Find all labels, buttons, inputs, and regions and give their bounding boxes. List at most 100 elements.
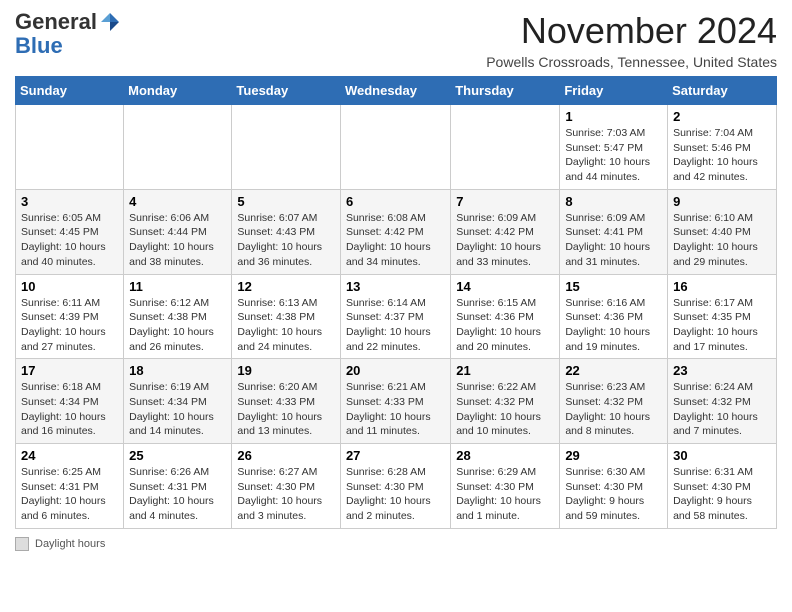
day-number: 15: [565, 279, 662, 294]
title-block: November 2024 Powells Crossroads, Tennes…: [486, 10, 777, 70]
day-number: 27: [346, 448, 445, 463]
calendar-cell: 7 Sunrise: 6:09 AMSunset: 4:42 PMDaylight…: [451, 189, 560, 274]
calendar-cell: 6Sunrise: 6:08 AMSunset: 4:42 PMDaylight…: [340, 189, 450, 274]
calendar-cell: 25 Sunrise: 6:26 AMSunset: 4:31 PMDayligh…: [124, 444, 232, 529]
day-info: Sunrise: 6:27 AMSunset: 4:30 PMDaylight:…: [237, 465, 335, 524]
day-info: Sunrise: 6:24 AMSunset: 4:32 PMDaylight:…: [673, 380, 771, 439]
day-number: 19: [237, 363, 335, 378]
day-number: 26: [237, 448, 335, 463]
day-info: Sunrise: 6:31 AMSunset: 4:30 PMDaylight:…: [673, 465, 771, 524]
daylight-box: [15, 537, 29, 551]
calendar-cell: 17Sunrise: 6:18 AMSunset: 4:34 PMDayligh…: [16, 359, 124, 444]
calendar-footer: Daylight hours: [15, 537, 777, 551]
day-info: Sunrise: 6:30 AMSunset: 4:30 PMDaylight:…: [565, 465, 662, 524]
calendar-cell: 26 Sunrise: 6:27 AMSunset: 4:30 PMDayligh…: [232, 444, 341, 529]
daylight-label: Daylight hours: [35, 538, 105, 550]
calendar-cell: 12 Sunrise: 6:13 AMSunset: 4:38 PMDayligh…: [232, 274, 341, 359]
day-number: 7: [456, 194, 554, 209]
day-number: 5: [237, 194, 335, 209]
day-info: Sunrise: 6:10 AMSunset: 4:40 PMDaylight:…: [673, 211, 771, 270]
day-number: 22: [565, 363, 662, 378]
calendar-cell: 10 Sunrise: 6:11 AMSunset: 4:39 PMDayligh…: [16, 274, 124, 359]
day-number: 4: [129, 194, 226, 209]
calendar-cell: 28 Sunrise: 6:29 AMSunset: 4:30 PMDayligh…: [451, 444, 560, 529]
day-info: Sunrise: 6:21 AMSunset: 4:33 PMDaylight:…: [346, 380, 445, 439]
day-number: 25: [129, 448, 226, 463]
day-info: Sunrise: 6:29 AMSunset: 4:30 PMDaylight:…: [456, 465, 554, 524]
weekday-header: Wednesday: [340, 77, 450, 105]
day-info: Sunrise: 6:18 AMSunset: 4:34 PMDaylight:…: [21, 380, 118, 439]
day-info: Sunrise: 7:04 AMSunset: 5:46 PMDaylight:…: [673, 126, 771, 185]
calendar-cell: 9 Sunrise: 6:10 AMSunset: 4:40 PMDaylight…: [668, 189, 777, 274]
calendar-table: SundayMondayTuesdayWednesdayThursdayFrid…: [15, 76, 777, 529]
calendar-cell: [340, 105, 450, 190]
day-info: Sunrise: 6:25 AMSunset: 4:31 PMDaylight:…: [21, 465, 118, 524]
calendar-cell: 24 Sunrise: 6:25 AMSunset: 4:31 PMDayligh…: [16, 444, 124, 529]
day-number: 18: [129, 363, 226, 378]
calendar-cell: 23 Sunrise: 6:24 AMSunset: 4:32 PMDayligh…: [668, 359, 777, 444]
day-info: Sunrise: 6:14 AMSunset: 4:37 PMDaylight:…: [346, 296, 445, 355]
logo: General Blue: [15, 10, 121, 58]
day-number: 29: [565, 448, 662, 463]
weekday-header: Tuesday: [232, 77, 341, 105]
day-info: Sunrise: 6:16 AMSunset: 4:36 PMDaylight:…: [565, 296, 662, 355]
calendar-cell: 19 Sunrise: 6:20 AMSunset: 4:33 PMDayligh…: [232, 359, 341, 444]
calendar-cell: 4Sunrise: 6:06 AMSunset: 4:44 PMDaylight…: [124, 189, 232, 274]
calendar-cell: 2 Sunrise: 7:04 AMSunset: 5:46 PMDaylight…: [668, 105, 777, 190]
day-number: 16: [673, 279, 771, 294]
day-number: 2: [673, 109, 771, 124]
day-number: 12: [237, 279, 335, 294]
day-info: Sunrise: 6:09 AMSunset: 4:42 PMDaylight:…: [456, 211, 554, 270]
weekday-header: Sunday: [16, 77, 124, 105]
calendar-week-row: 17Sunrise: 6:18 AMSunset: 4:34 PMDayligh…: [16, 359, 777, 444]
day-info: Sunrise: 6:05 AMSunset: 4:45 PMDaylight:…: [21, 211, 118, 270]
day-number: 10: [21, 279, 118, 294]
day-number: 24: [21, 448, 118, 463]
calendar-cell: 1Sunrise: 7:03 AMSunset: 5:47 PMDaylight…: [560, 105, 668, 190]
weekday-header: Monday: [124, 77, 232, 105]
day-info: Sunrise: 6:13 AMSunset: 4:38 PMDaylight:…: [237, 296, 335, 355]
day-info: Sunrise: 6:08 AMSunset: 4:42 PMDaylight:…: [346, 211, 445, 270]
weekday-header: Saturday: [668, 77, 777, 105]
day-number: 14: [456, 279, 554, 294]
calendar-week-row: 1Sunrise: 7:03 AMSunset: 5:47 PMDaylight…: [16, 105, 777, 190]
day-number: 9: [673, 194, 771, 209]
calendar-week-row: 10 Sunrise: 6:11 AMSunset: 4:39 PMDayligh…: [16, 274, 777, 359]
day-number: 3: [21, 194, 118, 209]
weekday-header: Friday: [560, 77, 668, 105]
page-header: General Blue November 2024 Powells Cross…: [15, 10, 777, 70]
calendar-cell: 15 Sunrise: 6:16 AMSunset: 4:36 PMDayligh…: [560, 274, 668, 359]
day-info: Sunrise: 7:03 AMSunset: 5:47 PMDaylight:…: [565, 126, 662, 185]
day-info: Sunrise: 6:09 AMSunset: 4:41 PMDaylight:…: [565, 211, 662, 270]
calendar-cell: 21Sunrise: 6:22 AMSunset: 4:32 PMDayligh…: [451, 359, 560, 444]
day-number: 30: [673, 448, 771, 463]
day-info: Sunrise: 6:15 AMSunset: 4:36 PMDaylight:…: [456, 296, 554, 355]
calendar-cell: 5 Sunrise: 6:07 AMSunset: 4:43 PMDaylight…: [232, 189, 341, 274]
day-number: 23: [673, 363, 771, 378]
calendar-cell: 11 Sunrise: 6:12 AMSunset: 4:38 PMDayligh…: [124, 274, 232, 359]
calendar-cell: 29 Sunrise: 6:30 AMSunset: 4:30 PMDayligh…: [560, 444, 668, 529]
calendar-cell: 27 Sunrise: 6:28 AMSunset: 4:30 PMDayligh…: [340, 444, 450, 529]
calendar-cell: 3 Sunrise: 6:05 AMSunset: 4:45 PMDaylight…: [16, 189, 124, 274]
calendar-cell: 18 Sunrise: 6:19 AMSunset: 4:34 PMDayligh…: [124, 359, 232, 444]
calendar-cell: 20Sunrise: 6:21 AMSunset: 4:33 PMDayligh…: [340, 359, 450, 444]
day-number: 21: [456, 363, 554, 378]
day-info: Sunrise: 6:23 AMSunset: 4:32 PMDaylight:…: [565, 380, 662, 439]
calendar-cell: 16Sunrise: 6:17 AMSunset: 4:35 PMDayligh…: [668, 274, 777, 359]
day-info: Sunrise: 6:26 AMSunset: 4:31 PMDaylight:…: [129, 465, 226, 524]
logo-icon: [99, 11, 121, 33]
logo-general: General: [15, 10, 97, 34]
day-info: Sunrise: 6:28 AMSunset: 4:30 PMDaylight:…: [346, 465, 445, 524]
day-number: 11: [129, 279, 226, 294]
calendar-cell: [16, 105, 124, 190]
calendar-cell: 30 Sunrise: 6:31 AMSunset: 4:30 PMDayligh…: [668, 444, 777, 529]
day-number: 13: [346, 279, 445, 294]
day-number: 28: [456, 448, 554, 463]
day-info: Sunrise: 6:12 AMSunset: 4:38 PMDaylight:…: [129, 296, 226, 355]
day-info: Sunrise: 6:20 AMSunset: 4:33 PMDaylight:…: [237, 380, 335, 439]
day-info: Sunrise: 6:11 AMSunset: 4:39 PMDaylight:…: [21, 296, 118, 355]
calendar-cell: [451, 105, 560, 190]
day-info: Sunrise: 6:19 AMSunset: 4:34 PMDaylight:…: [129, 380, 226, 439]
day-info: Sunrise: 6:07 AMSunset: 4:43 PMDaylight:…: [237, 211, 335, 270]
day-number: 8: [565, 194, 662, 209]
